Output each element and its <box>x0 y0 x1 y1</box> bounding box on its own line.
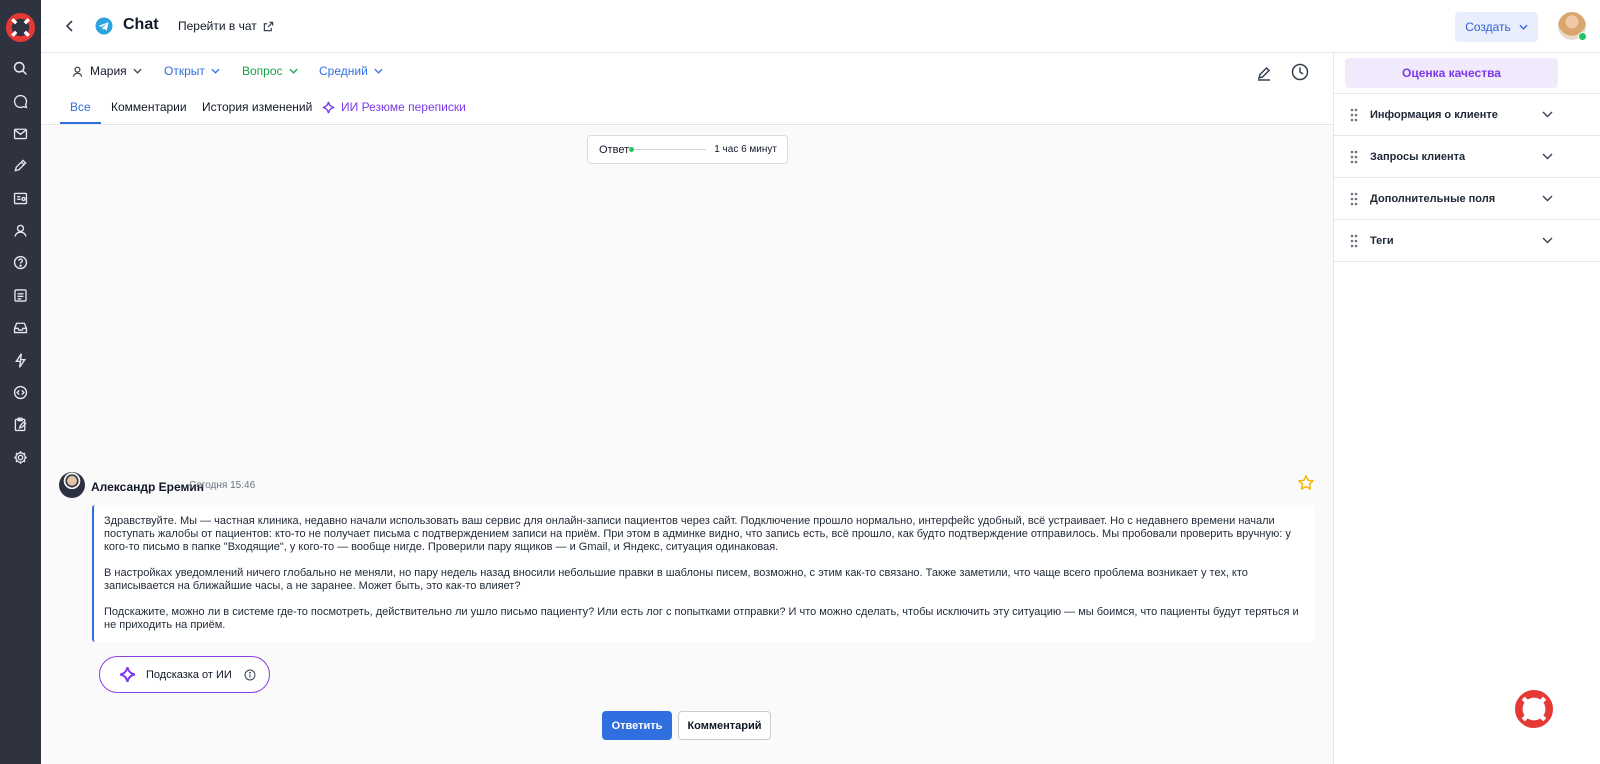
type-dropdown[interactable]: Вопрос <box>242 64 298 78</box>
chevron-down-icon <box>288 68 298 74</box>
external-link-icon <box>263 21 273 31</box>
drag-handle-icon[interactable] <box>1350 192 1358 206</box>
type-value: Вопрос <box>242 64 283 78</box>
ai-sparkle-icon <box>322 101 335 113</box>
clock-icon[interactable] <box>1290 62 1310 82</box>
conversation-area: Ответ 1 час 6 минут Александр Еремин Сег… <box>41 126 1333 764</box>
message-paragraph: Здравствуйте. Мы — частная клиника, неда… <box>104 515 1291 553</box>
drag-handle-icon[interactable] <box>1350 234 1358 248</box>
section-extra-fields[interactable]: Дополнительные поля <box>1334 178 1600 220</box>
active-tab-indicator <box>60 122 101 124</box>
ai-hint-label: Подсказка от ИИ <box>146 668 232 681</box>
lifebuoy-icon[interactable] <box>6 13 35 42</box>
user-icon[interactable] <box>10 220 31 241</box>
chevron-down-icon <box>1542 153 1553 160</box>
message-bubble: Здравствуйте. Мы — частная клиника, неда… <box>92 505 1315 642</box>
sla-label: Ответ <box>599 143 630 156</box>
telegram-icon <box>95 17 113 35</box>
section-label: Информация о клиенте <box>1370 108 1498 121</box>
create-button[interactable]: Создать <box>1455 12 1538 42</box>
section-label: Запросы клиента <box>1370 150 1466 163</box>
chevron-down-icon <box>1542 237 1553 244</box>
message-paragraph: В настройках уведомлений ничего глобальн… <box>104 567 1248 592</box>
mail-icon[interactable] <box>10 123 31 144</box>
help-icon[interactable] <box>10 252 31 273</box>
goto-chat-label: Перейти в чат <box>178 19 257 33</box>
app-title: Chat <box>123 16 159 33</box>
code-icon[interactable] <box>10 382 31 403</box>
tab-ai-summary-label: ИИ Резюме переписки <box>341 100 466 114</box>
info-icon[interactable] <box>244 669 256 681</box>
left-sidebar <box>0 0 41 764</box>
bolt-icon[interactable] <box>10 350 31 371</box>
chat-icon[interactable] <box>10 91 31 112</box>
edit-icon[interactable] <box>1254 63 1274 83</box>
section-tags[interactable]: Теги <box>1334 220 1600 262</box>
sla-progress-dot <box>629 147 635 152</box>
message-author: Александр Еремин <box>91 480 205 494</box>
chevron-down-icon <box>1542 195 1553 202</box>
sla-timer: Ответ 1 час 6 минут <box>587 135 788 164</box>
comment-button[interactable]: Комментарий <box>678 711 771 740</box>
ai-sparkle-icon <box>119 666 136 683</box>
sla-progress-track <box>629 147 707 152</box>
star-icon[interactable] <box>1297 474 1315 492</box>
ticket-filters: Мария Открыт Вопрос Средний <box>41 53 1333 91</box>
chevron-down-icon <box>211 68 220 74</box>
assignee-dropdown[interactable]: Мария <box>71 64 142 78</box>
chevron-down-icon <box>374 68 383 74</box>
quality-rating-button[interactable]: Оценка качества <box>1345 58 1558 88</box>
user-icon <box>72 66 83 77</box>
section-client-info[interactable]: Информация о клиенте <box>1334 94 1600 136</box>
priority-value: Средний <box>319 64 368 78</box>
priority-dropdown[interactable]: Средний <box>319 64 383 78</box>
chevron-down-icon <box>1542 111 1553 118</box>
author-avatar <box>59 472 85 498</box>
conversation-tabs: Все Комментарии История изменений ИИ Рез… <box>41 91 1333 125</box>
tab-all[interactable]: Все <box>70 100 91 114</box>
chevron-down-icon <box>133 68 142 74</box>
pen-icon[interactable] <box>10 155 31 176</box>
inbox-icon[interactable] <box>10 317 31 338</box>
top-bar: Chat Перейти в чат Создать <box>41 0 1600 53</box>
sla-time: 1 час 6 минут <box>714 144 777 155</box>
online-status-dot <box>1578 32 1587 41</box>
gear-icon[interactable] <box>10 447 31 468</box>
back-arrow-icon[interactable] <box>61 17 79 35</box>
chevron-down-icon <box>1519 24 1528 30</box>
right-panel: Оценка качества Информация о клиенте Зап… <box>1333 53 1600 764</box>
reply-button[interactable]: Ответить <box>602 711 672 740</box>
ai-hint-button[interactable]: Подсказка от ИИ <box>99 656 270 693</box>
drag-handle-icon[interactable] <box>1350 108 1358 122</box>
goto-chat-link[interactable]: Перейти в чат <box>178 19 274 33</box>
tab-ai-summary[interactable]: ИИ Резюме переписки <box>322 100 466 114</box>
status-value: Открыт <box>164 64 205 78</box>
drag-handle-icon[interactable] <box>1350 150 1358 164</box>
message-paragraph: Подскажите, можно ли в системе где-то по… <box>104 606 1299 631</box>
clipboard-icon[interactable] <box>10 414 31 435</box>
list-icon[interactable] <box>10 285 31 306</box>
tab-history[interactable]: История изменений <box>202 100 312 114</box>
section-label: Теги <box>1370 234 1394 247</box>
create-button-label: Создать <box>1465 20 1511 34</box>
search-icon[interactable] <box>10 58 31 79</box>
message-time: Сегодня 15:46 <box>189 480 256 491</box>
status-dropdown[interactable]: Открыт <box>164 64 220 78</box>
lifebuoy-icon[interactable] <box>1515 690 1553 728</box>
section-client-requests[interactable]: Запросы клиента <box>1334 136 1600 178</box>
knowledge-icon[interactable] <box>10 188 31 209</box>
assignee-value: Мария <box>90 64 127 78</box>
tab-comments[interactable]: Комментарии <box>111 100 187 114</box>
section-label: Дополнительные поля <box>1370 192 1496 205</box>
